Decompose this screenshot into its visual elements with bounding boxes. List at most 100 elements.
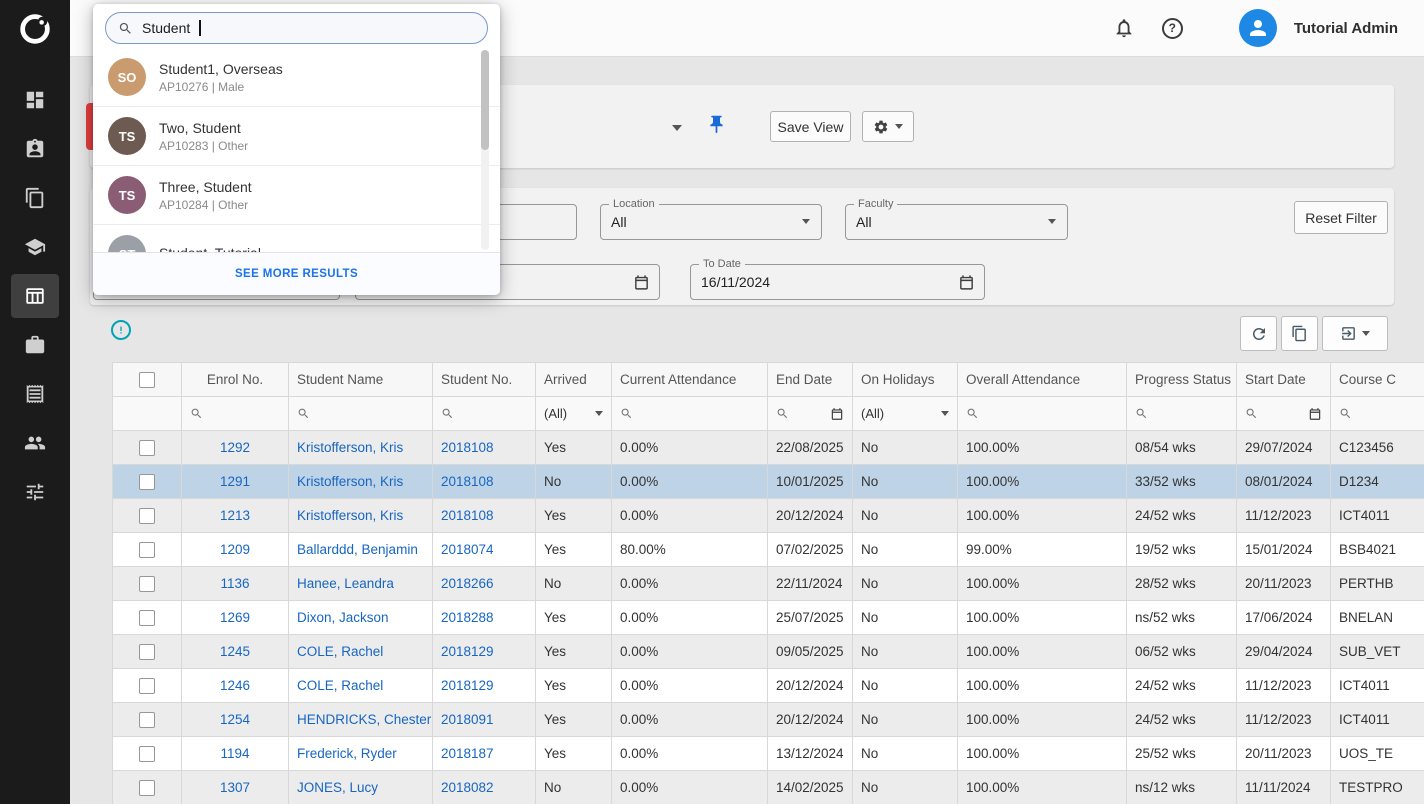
enrol-no-link[interactable]: 1246	[220, 678, 250, 693]
copy-button[interactable]	[1281, 316, 1318, 351]
table-row[interactable]: 1245 COLE, Rachel 2018129 Yes 0.00% 09/0…	[113, 635, 1424, 669]
enrol-no-link[interactable]: 1194	[220, 746, 249, 761]
col-student-name[interactable]: Student Name	[289, 363, 433, 397]
table-row[interactable]: 1194 Frederick, Ryder 2018187 Yes 0.00% …	[113, 737, 1424, 771]
search-icon[interactable]	[776, 407, 789, 420]
row-checkbox[interactable]	[139, 610, 155, 626]
table-row[interactable]: 1291 Kristofferson, Kris 2018108 No 0.00…	[113, 465, 1424, 499]
calendar-icon[interactable]	[1308, 407, 1322, 421]
search-result-item[interactable]: SO Student1, Overseas AP10276 | Male	[93, 48, 500, 107]
student-name-link[interactable]: Ballarddd, Benjamin	[297, 542, 418, 557]
row-checkbox[interactable]	[139, 474, 155, 490]
table-row[interactable]: 1292 Kristofferson, Kris 2018108 Yes 0.0…	[113, 431, 1424, 465]
on-holidays-filter-dropdown[interactable]: (All)	[853, 397, 958, 431]
student-no-link[interactable]: 2018129	[441, 644, 494, 659]
pin-icon[interactable]	[706, 114, 727, 135]
col-on-holidays[interactable]: On Holidays	[853, 363, 958, 397]
student-name-link[interactable]: Kristofferson, Kris	[297, 440, 403, 455]
row-checkbox[interactable]	[139, 576, 155, 592]
notifications-bell-icon[interactable]	[1113, 17, 1135, 39]
student-no-link[interactable]: 2018108	[441, 508, 494, 523]
col-enrol-no[interactable]: Enrol No.	[182, 363, 289, 397]
refresh-button[interactable]	[1240, 316, 1277, 351]
enrol-no-link[interactable]: 1136	[220, 576, 249, 591]
select-all-checkbox[interactable]	[139, 372, 155, 388]
col-end-date[interactable]: End Date	[768, 363, 853, 397]
row-checkbox[interactable]	[139, 780, 155, 796]
table-row[interactable]: 1213 Kristofferson, Kris 2018108 Yes 0.0…	[113, 499, 1424, 533]
student-name-link[interactable]: Kristofferson, Kris	[297, 474, 403, 489]
col-arrived[interactable]: Arrived	[536, 363, 612, 397]
enrol-no-link[interactable]: 1245	[220, 644, 250, 659]
sidebar-item-dashboard[interactable]	[11, 78, 59, 122]
enrol-no-link[interactable]: 1209	[220, 542, 250, 557]
enrol-no-link[interactable]: 1269	[220, 610, 250, 625]
table-row[interactable]: 1246 COLE, Rachel 2018129 Yes 0.00% 20/1…	[113, 669, 1424, 703]
sidebar-item-documents[interactable]	[11, 176, 59, 220]
student-name-link[interactable]: Frederick, Ryder	[297, 746, 397, 761]
search-icon[interactable]	[190, 407, 280, 420]
student-name-link[interactable]: HENDRICKS, Chester	[297, 712, 431, 727]
sidebar-item-attendance[interactable]	[11, 274, 59, 318]
search-icon[interactable]	[441, 407, 527, 420]
table-row[interactable]: 1254 HENDRICKS, Chester 2018091 Yes 0.00…	[113, 703, 1424, 737]
student-name-link[interactable]: Dixon, Jackson	[297, 610, 389, 625]
faculty-filter-dropdown[interactable]: Faculty All	[845, 204, 1068, 240]
search-result-item[interactable]: TS Two, Student AP10283 | Other	[93, 107, 500, 166]
search-icon[interactable]	[1339, 407, 1424, 420]
col-overall-attendance[interactable]: Overall Attendance	[958, 363, 1127, 397]
search-icon[interactable]	[966, 407, 1118, 420]
col-current-attendance[interactable]: Current Attendance	[612, 363, 768, 397]
export-button[interactable]	[1322, 316, 1388, 351]
scrollbar-thumb[interactable]	[481, 50, 489, 150]
row-checkbox[interactable]	[139, 508, 155, 524]
enrol-no-link[interactable]: 1213	[220, 508, 250, 523]
table-row[interactable]: 1209 Ballarddd, Benjamin 2018074 Yes 80.…	[113, 533, 1424, 567]
col-start-date[interactable]: Start Date	[1237, 363, 1331, 397]
row-checkbox[interactable]	[139, 644, 155, 660]
help-icon[interactable]: ?	[1162, 18, 1183, 39]
student-no-link[interactable]: 2018074	[441, 542, 494, 557]
enrol-no-link[interactable]: 1292	[220, 440, 250, 455]
student-no-link[interactable]: 2018266	[441, 576, 494, 591]
global-search-input[interactable]: Student	[105, 12, 488, 44]
see-more-results-link[interactable]: SEE MORE RESULTS	[93, 252, 500, 295]
app-logo[interactable]	[0, 0, 70, 57]
view-selector-dropdown[interactable]	[510, 111, 688, 145]
student-name-link[interactable]: JONES, Lucy	[297, 780, 378, 795]
student-no-link[interactable]: 2018129	[441, 678, 494, 693]
table-row[interactable]: 1307 JONES, Lucy 2018082 No 0.00% 14/02/…	[113, 771, 1424, 804]
info-icon[interactable]	[111, 320, 131, 340]
arrived-filter-dropdown[interactable]: (All)	[536, 397, 612, 431]
calendar-icon[interactable]	[958, 274, 975, 291]
student-no-link[interactable]: 2018108	[441, 474, 494, 489]
student-no-link[interactable]: 2018108	[441, 440, 494, 455]
search-icon[interactable]	[620, 407, 759, 420]
search-result-item[interactable]: ST Student, Tutorial	[93, 225, 500, 252]
sidebar-item-employment[interactable]	[11, 323, 59, 367]
enrol-no-link[interactable]: 1307	[220, 780, 250, 795]
sidebar-item-invoices[interactable]	[11, 372, 59, 416]
row-checkbox[interactable]	[139, 712, 155, 728]
to-date-field[interactable]: To Date 16/11/2024	[690, 264, 985, 300]
table-row[interactable]: 1269 Dixon, Jackson 2018288 Yes 0.00% 25…	[113, 601, 1424, 635]
student-no-link[interactable]: 2018082	[441, 780, 494, 795]
student-name-link[interactable]: COLE, Rachel	[297, 678, 383, 693]
row-checkbox[interactable]	[139, 678, 155, 694]
student-no-link[interactable]: 2018091	[441, 712, 494, 727]
reset-filter-button[interactable]: Reset Filter	[1294, 201, 1388, 234]
row-checkbox[interactable]	[139, 440, 155, 456]
location-filter-dropdown[interactable]: Location All	[600, 204, 822, 240]
row-checkbox[interactable]	[139, 542, 155, 558]
col-course[interactable]: Course C	[1331, 363, 1424, 397]
col-student-no[interactable]: Student No.	[433, 363, 536, 397]
row-checkbox[interactable]	[139, 746, 155, 762]
enrol-no-link[interactable]: 1254	[220, 712, 250, 727]
avatar[interactable]	[1239, 9, 1277, 47]
col-progress-status[interactable]: Progress Status	[1127, 363, 1237, 397]
calendar-icon[interactable]	[633, 274, 650, 291]
search-result-item[interactable]: TS Three, Student AP10284 | Other	[93, 166, 500, 225]
student-name-link[interactable]: Kristofferson, Kris	[297, 508, 403, 523]
table-row[interactable]: 1136 Hanee, Leandra 2018266 No 0.00% 22/…	[113, 567, 1424, 601]
search-icon[interactable]	[1245, 407, 1258, 420]
